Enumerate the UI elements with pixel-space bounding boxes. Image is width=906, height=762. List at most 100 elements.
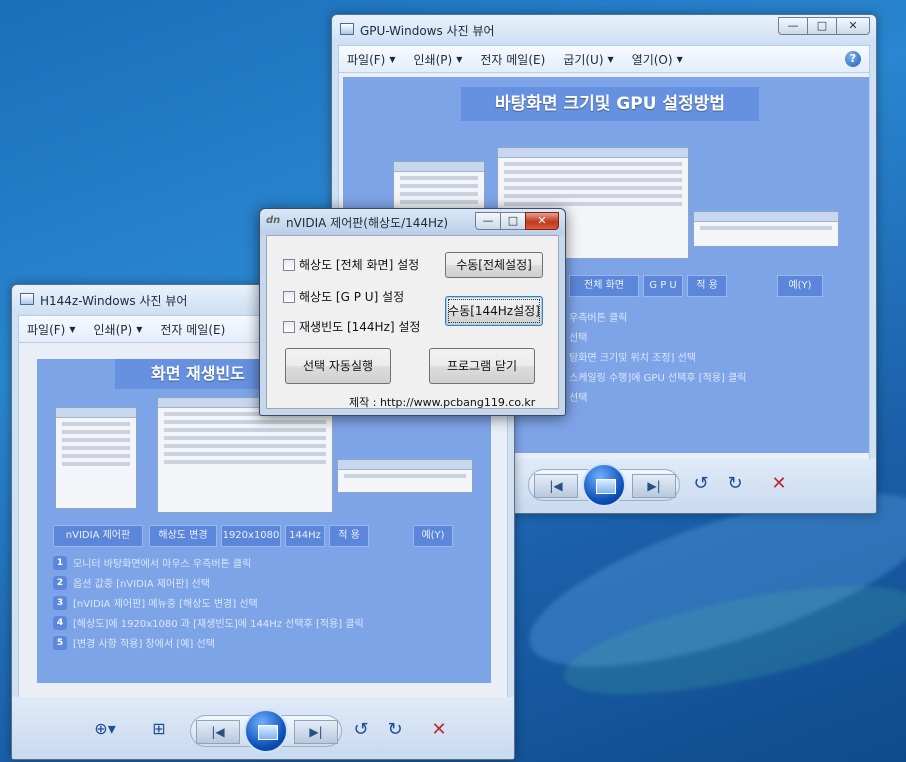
chevron-down-icon: ▼ xyxy=(676,54,683,64)
slideshow-button[interactable] xyxy=(582,463,626,507)
menu-label: 파일(F) xyxy=(27,322,66,337)
delete-icon[interactable]: ✕ xyxy=(768,473,790,494)
checkbox-label: 재생빈도 [144Hz] 설정 xyxy=(299,320,421,334)
nvidia-control-dialog[interactable]: dn nVIDIA 제어판(해상도/144Hz) — □ ✕ 해상도 [전체 화… xyxy=(259,208,566,416)
checkbox-label: 해상도 [G P U] 설정 xyxy=(299,290,405,304)
dialog-title-bar[interactable]: dn nVIDIA 제어판(해상도/144Hz) — □ ✕ xyxy=(260,209,565,235)
chevron-down-icon: ▼ xyxy=(389,54,396,64)
screenshot-confirm-dialog xyxy=(693,211,839,247)
title-bar[interactable]: GPU-Windows 사진 뷰어 — □ ✕ xyxy=(332,15,876,45)
app-logo-icon: dn xyxy=(266,215,281,226)
slide-step: 선택 xyxy=(569,329,587,344)
slide-step: 1 모니터 바탕화면에서 마우스 우측버튼 클릭 xyxy=(53,555,251,570)
menu-bar: 파일(F) ▼ 인쇄(P) ▼ 전자 메일(E) 굽기(U) ▼ 열기(O) ▼ ? xyxy=(338,45,870,73)
window-title: H144z-Windows 사진 뷰어 xyxy=(40,294,188,308)
slide-tag: G P U xyxy=(643,275,683,297)
slide-step: 선택 xyxy=(569,389,587,404)
slide-tag: 144Hz xyxy=(285,525,325,547)
step-text: [해상도]에 1920x1080 과 [재생빈도]에 144Hz 선택후 [적용… xyxy=(73,619,364,630)
menu-open[interactable]: 열기(O) ▼ xyxy=(632,51,683,68)
step-text: [변경 사항 적용] 창에서 [예] 선택 xyxy=(73,639,215,650)
menu-burn[interactable]: 굽기(U) ▼ xyxy=(563,51,613,68)
chevron-down-icon: ▼ xyxy=(69,324,76,334)
menu-email[interactable]: 전자 메일(E) xyxy=(160,321,225,338)
slide-step: 3 [nVIDIA 제어판] 메뉴중 [해상도 변경] 선택 xyxy=(53,595,258,610)
checkbox-box[interactable] xyxy=(283,320,295,333)
menu-label: 인쇄(P) xyxy=(413,52,453,67)
step-text: 옵션 값중 [nVIDIA 제어판] 선택 xyxy=(73,579,210,590)
minimize-button[interactable]: — xyxy=(778,17,808,35)
step-text: 우측버튼 클릭 xyxy=(569,313,628,324)
checkbox-box[interactable] xyxy=(283,290,295,303)
slide-tag: 적 용 xyxy=(687,275,727,297)
photo-viewer-icon xyxy=(340,23,354,35)
maximize-button[interactable]: □ xyxy=(807,17,837,35)
minimize-button[interactable]: — xyxy=(475,212,501,230)
previous-button[interactable]: |◀ xyxy=(196,720,240,744)
slide-step: 4 [해상도]에 1920x1080 과 [재생빈도]에 144Hz 선택후 [적… xyxy=(53,615,364,630)
checkbox-box[interactable] xyxy=(283,258,295,271)
slide-step: 2 옵션 값중 [nVIDIA 제어판] 선택 xyxy=(53,575,210,590)
menu-print[interactable]: 인쇄(P) ▼ xyxy=(414,51,463,68)
step-text: 스케일링 수행]에 GPU 선택후 [적용] 클릭 xyxy=(569,373,747,384)
rotate-ccw-icon[interactable]: ↺ xyxy=(350,719,372,740)
rotate-cw-icon[interactable]: ↻ xyxy=(724,473,746,494)
slide-step: 탕화면 크기및 위치 조정] 선택 xyxy=(569,349,696,364)
step-text: 선택 xyxy=(569,393,588,404)
menu-label: 인쇄(P) xyxy=(93,322,133,337)
step-text: 모니터 바탕화면에서 마우스 우측버튼 클릭 xyxy=(73,559,252,570)
menu-label: 파일(F) xyxy=(347,52,386,67)
step-text: 탕화면 크기및 위치 조정] 선택 xyxy=(569,353,697,364)
slideshow-button[interactable] xyxy=(244,709,288,753)
manual-full-button[interactable]: 수동[전체설정] xyxy=(445,252,543,278)
slide-tag: 적 용 xyxy=(329,525,369,547)
rotate-ccw-icon[interactable]: ↺ xyxy=(690,473,712,494)
menu-file[interactable]: 파일(F) ▼ xyxy=(347,51,396,68)
previous-button[interactable]: |◀ xyxy=(534,474,578,498)
slide-step: 스케일링 수행]에 GPU 선택후 [적용] 클릭 xyxy=(569,369,747,384)
slide-tag: 전체 화면 xyxy=(569,275,639,297)
slide-title: 바탕화면 크기및 GPU 설정방법 xyxy=(461,87,759,121)
step-number: 1 xyxy=(53,555,67,570)
checkbox-fullscreen[interactable]: 해상도 [전체 화면] 설정 xyxy=(283,256,419,273)
caption-buttons: — □ ✕ xyxy=(778,17,870,35)
next-button[interactable]: ▶| xyxy=(632,474,676,498)
menu-label: 열기(O) xyxy=(631,52,673,67)
caption-buttons: — □ ✕ xyxy=(475,212,559,230)
screenshot-confirm-dialog xyxy=(337,459,473,493)
menu-print[interactable]: 인쇄(P) ▼ xyxy=(94,321,143,338)
menu-label: 전자 메일(E) xyxy=(160,322,226,337)
next-button[interactable]: ▶| xyxy=(294,720,338,744)
rotate-cw-icon[interactable]: ↻ xyxy=(384,719,406,740)
zoom-icon[interactable]: ⊕▾ xyxy=(88,719,122,738)
close-program-button[interactable]: 프로그램 닫기 xyxy=(429,348,535,384)
step-number: 5 xyxy=(53,635,67,650)
slide-step: 우측버튼 클릭 xyxy=(569,309,627,324)
chevron-down-icon: ▼ xyxy=(607,54,614,64)
chevron-down-icon: ▼ xyxy=(136,324,143,334)
maximize-button[interactable]: □ xyxy=(500,212,526,230)
menu-email[interactable]: 전자 메일(E) xyxy=(480,51,545,68)
step-text: 선택 xyxy=(569,333,588,344)
chevron-down-icon: ▼ xyxy=(456,54,463,64)
auto-run-button[interactable]: 선택 자동실행 xyxy=(285,348,391,384)
menu-file[interactable]: 파일(F) ▼ xyxy=(27,321,76,338)
step-number: 2 xyxy=(53,575,67,590)
close-button[interactable]: ✕ xyxy=(836,17,870,35)
slide-step: 5 [변경 사항 적용] 창에서 [예] 선택 xyxy=(53,635,215,650)
step-number: 3 xyxy=(53,595,67,610)
delete-icon[interactable]: ✕ xyxy=(428,719,450,740)
slide-title: 화면 재생빈도 xyxy=(115,359,281,389)
menu-label: 굽기(U) xyxy=(563,52,604,67)
checkbox-gpu[interactable]: 해상도 [G P U] 설정 xyxy=(283,288,404,305)
help-icon[interactable]: ? xyxy=(845,51,861,67)
manual-144hz-button[interactable]: 수동[144Hz설정] xyxy=(445,296,543,326)
menu-label: 전자 메일(E) xyxy=(480,52,546,67)
fit-window-icon[interactable]: ⊞ xyxy=(148,719,170,738)
credit-text: 제작 : http://www.pcbang119.co.kr xyxy=(349,396,536,409)
checkbox-144hz[interactable]: 재생빈도 [144Hz] 설정 xyxy=(283,318,420,335)
slide-tag: 해상도 변경 xyxy=(149,525,217,547)
step-text: [nVIDIA 제어판] 메뉴중 [해상도 변경] 선택 xyxy=(73,599,258,610)
slide-tag: nVIDIA 제어판 xyxy=(53,525,143,547)
close-button[interactable]: ✕ xyxy=(525,212,559,230)
